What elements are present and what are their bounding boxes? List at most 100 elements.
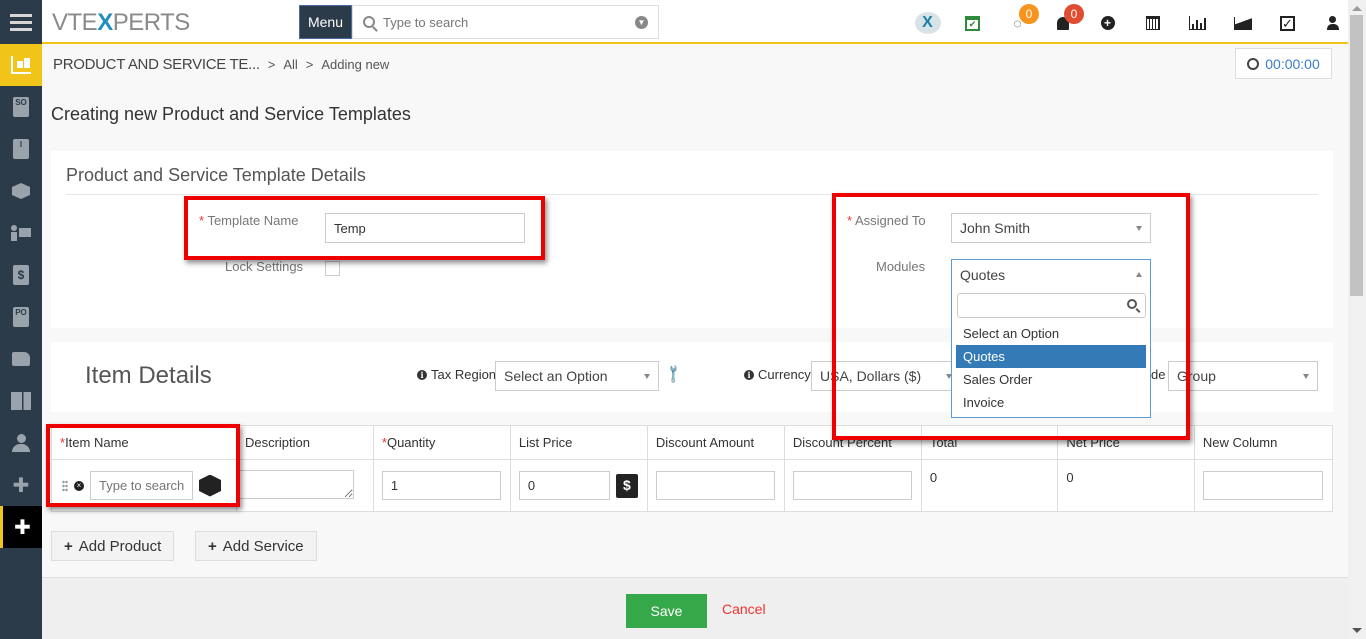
presentation-icon	[11, 225, 31, 241]
lock-settings-label: Lock Settings	[225, 259, 304, 274]
modules-select[interactable]: Quotes	[951, 259, 1151, 289]
vtexperts-x-icon[interactable]: X	[905, 10, 950, 36]
timer-value: 00:00:00	[1265, 55, 1320, 72]
sidebar-item-products[interactable]	[0, 44, 42, 86]
discount-percent-input[interactable]	[792, 471, 912, 500]
calendar-check-icon[interactable]: ✔	[950, 10, 995, 36]
sidebar-item-invoice[interactable]: I	[0, 128, 42, 170]
vtexperts-logo[interactable]: VTEXPERTS	[52, 9, 190, 37]
tax-mode-label: de	[1151, 367, 1166, 382]
discount-amount-input[interactable]	[655, 471, 775, 500]
add-product-button[interactable]: + Add Product	[51, 531, 175, 561]
sidebar-item-services[interactable]	[0, 212, 42, 254]
list-price-cell: $	[509, 459, 648, 512]
notification-badge: 0	[1064, 4, 1084, 24]
global-search-input[interactable]	[383, 14, 623, 30]
template-name-input[interactable]	[325, 213, 525, 243]
modules-option[interactable]: Select an Option	[956, 322, 1146, 345]
currency-label: i Currency	[744, 367, 811, 382]
vertical-scrollbar[interactable]	[1348, 0, 1366, 639]
area-chart-icon[interactable]	[1220, 10, 1265, 36]
modules-option[interactable]: Invoice	[956, 391, 1146, 414]
lock-settings-checkbox[interactable]	[325, 261, 340, 276]
modules-label: Modules	[876, 259, 926, 274]
hamburger-menu-icon[interactable]	[0, 0, 42, 44]
column-header-description: Description	[235, 425, 374, 460]
modules-value: Quotes	[960, 266, 1006, 283]
vendors-building-icon	[11, 392, 31, 410]
global-search[interactable]: ▼	[352, 5, 659, 39]
top-icons: X ✔ ◌ 0 0 + ✓	[905, 4, 1355, 36]
cancel-link[interactable]: Cancel	[722, 601, 766, 617]
tax-region-select[interactable]: Select an Option	[495, 361, 659, 391]
quantity-input[interactable]	[381, 471, 501, 500]
modules-search-input[interactable]	[957, 293, 1146, 318]
chevron-down-circle-icon[interactable]: ▼	[635, 16, 648, 29]
products-cart-icon	[11, 56, 31, 74]
scrollbar-thumb[interactable]	[1350, 15, 1363, 296]
table-header-row: *Item Name Description *Quantity List Pr…	[51, 425, 1334, 460]
product-box-icon[interactable]	[199, 474, 221, 497]
sidebar-item-products-box[interactable]	[0, 170, 42, 212]
currency-select[interactable]: USA, Dollars ($)	[811, 361, 961, 391]
delete-row-icon[interactable]: ×	[74, 480, 84, 491]
add-service-label: Add Service	[222, 537, 304, 555]
sidebar-item-purchase-order[interactable]: PO	[0, 296, 42, 338]
item-search-input[interactable]	[90, 471, 193, 500]
calendar-icon[interactable]	[1130, 10, 1175, 36]
currency-value: USA, Dollars ($)	[820, 368, 922, 384]
column-header-discount-amount: Discount Amount	[646, 425, 785, 460]
extensions-puzzle-icon: ✚	[12, 474, 30, 497]
left-sidebar: SO I $ PO ✚ ✚	[0, 44, 42, 639]
logo-text-pre: VTE	[52, 9, 98, 36]
discount-percent-cell	[783, 459, 922, 512]
breadcrumb-all[interactable]: All	[283, 57, 297, 72]
sidebar-item-service-contracts[interactable]	[0, 338, 42, 380]
discount-amount-cell	[646, 459, 785, 512]
breadcrumb: PRODUCT AND SERVICE TE... > All > Adding…	[53, 56, 389, 73]
caret-down-icon	[1303, 374, 1309, 379]
sidebar-item-price-books[interactable]: $	[0, 254, 42, 296]
breadcrumb-module[interactable]: PRODUCT AND SERVICE TE...	[53, 56, 260, 73]
contacts-person-icon	[12, 434, 30, 452]
modules-option[interactable]: Sales Order	[956, 368, 1146, 391]
bell-icon[interactable]: 0	[1040, 4, 1085, 36]
timer-button[interactable]: 00:00:00	[1235, 48, 1332, 79]
plus-circle-icon[interactable]: +	[1085, 10, 1130, 36]
column-header-new-column: New Column	[1193, 425, 1334, 460]
menu-button[interactable]: Menu	[299, 5, 352, 39]
item-details-heading: Item Details	[85, 362, 212, 389]
price-book-icon[interactable]: $	[615, 473, 638, 498]
scroll-up-arrow-icon[interactable]	[1352, 6, 1362, 11]
assigned-to-select[interactable]: John Smith	[951, 213, 1151, 243]
sidebar-item-product-service-templates[interactable]: ✚	[0, 506, 42, 548]
price-book-icon: $	[13, 265, 29, 285]
sidebar-item-extensions[interactable]: ✚	[0, 464, 42, 506]
search-icon	[363, 16, 375, 28]
bar-chart-glyph	[1189, 16, 1206, 30]
scroll-down-arrow-icon[interactable]	[1352, 628, 1362, 633]
clock-icon	[1247, 57, 1260, 70]
template-name-label: * Template Name	[199, 213, 299, 228]
info-icon: i	[417, 369, 427, 380]
caret-down-icon	[1136, 226, 1142, 231]
new-column-input[interactable]	[1202, 471, 1323, 500]
sidebar-item-vendors[interactable]	[0, 380, 42, 422]
save-button[interactable]: Save	[626, 594, 707, 628]
description-textarea[interactable]	[238, 469, 354, 499]
checkbox-icon[interactable]: ✓	[1265, 10, 1310, 36]
drag-handle-icon[interactable]	[62, 479, 68, 492]
tax-mode-value: Group	[1177, 368, 1216, 384]
modules-option-selected[interactable]: Quotes	[956, 345, 1146, 368]
list-price-input[interactable]	[518, 471, 610, 500]
add-service-button[interactable]: + Add Service	[195, 531, 317, 561]
tax-mode-select[interactable]: Group	[1168, 361, 1318, 391]
modules-dropdown: Select an Option Quotes Sales Order Invo…	[951, 287, 1151, 418]
column-header-quantity: *Quantity	[372, 425, 511, 460]
box-icon	[12, 183, 30, 199]
bar-chart-icon[interactable]	[1175, 10, 1220, 36]
sidebar-item-sales-order[interactable]: SO	[0, 86, 42, 128]
chat-icon[interactable]: ◌ 0	[995, 4, 1040, 36]
vtexperts-x-glyph: X	[914, 12, 941, 34]
sidebar-item-contacts[interactable]	[0, 422, 42, 464]
